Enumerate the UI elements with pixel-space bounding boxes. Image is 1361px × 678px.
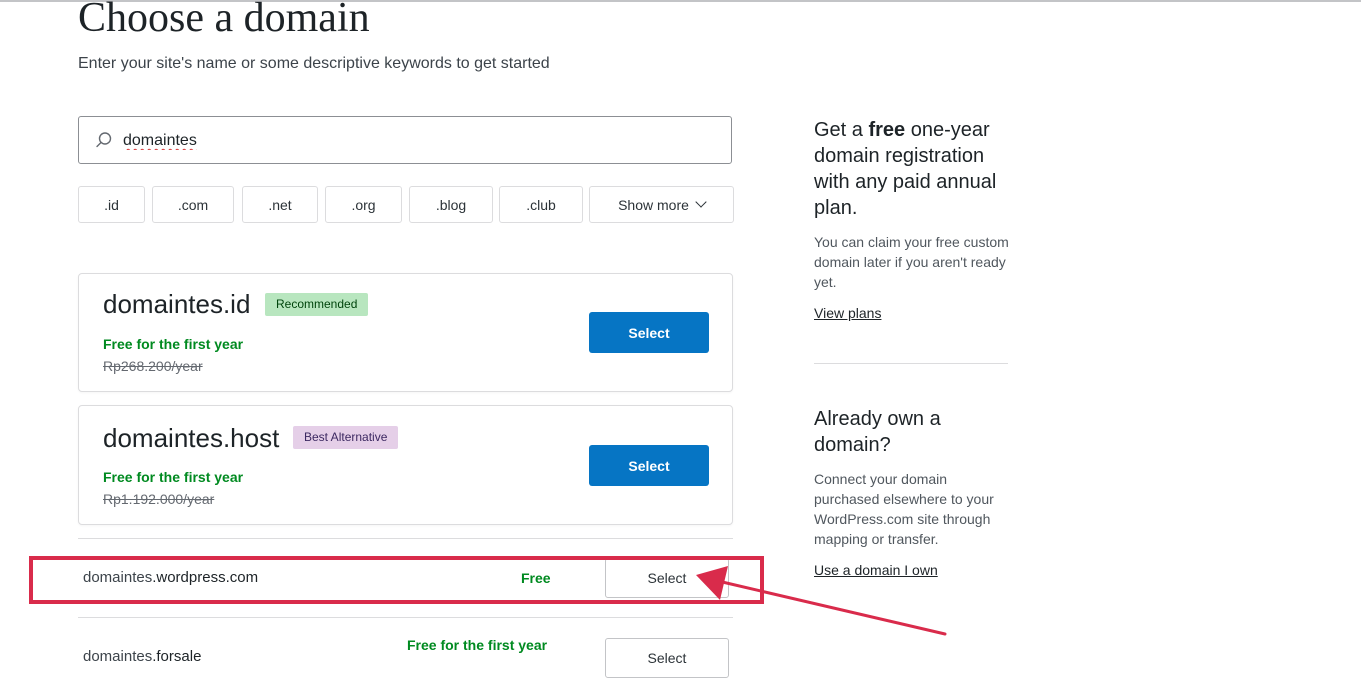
domain-result-price: Free [521, 570, 551, 586]
free-domain-heading: Get a free one-year domain registration … [814, 119, 997, 219]
domain-result-prefix: domaintes [83, 569, 153, 586]
best-alternative-badge: Best Alternative [293, 426, 399, 449]
domain-result-name: domaintes.forsale [83, 648, 201, 665]
show-more-button[interactable]: Show more [589, 186, 734, 223]
view-plans-link[interactable]: View plans [814, 305, 881, 321]
domain-result-prefix: domaintes [83, 648, 153, 665]
tld-filter-org[interactable]: .org [325, 186, 402, 223]
free-domain-text: You can claim your free custom domain la… [814, 234, 1009, 290]
featured-domain-name: domaintes.host [103, 423, 280, 453]
results-divider [78, 538, 733, 539]
tld-filter-com[interactable]: .com [152, 186, 234, 223]
own-domain-text: Connect your domain purchased elsewhere … [814, 471, 994, 547]
search-icon [96, 132, 112, 148]
show-more-label: Show more [618, 196, 689, 213]
chevron-down-icon [695, 196, 707, 208]
domain-search-input[interactable] [123, 129, 683, 153]
tld-filter-club[interactable]: .club [499, 186, 583, 223]
domain-search-box[interactable] [78, 116, 732, 164]
domain-result-price: Free for the first year [407, 637, 548, 653]
promo-text: Free for the first year [103, 469, 244, 485]
featured-domain-card-alternative: domaintes.host Best Alternative Free for… [78, 405, 733, 525]
domain-result-name: domaintes.wordpress.com [83, 569, 258, 586]
tld-filter-net[interactable]: .net [242, 186, 318, 223]
sidebar-divider [814, 363, 1008, 364]
tld-filter-id[interactable]: .id [78, 186, 145, 223]
domain-result-suffix: .forsale [152, 648, 202, 665]
select-button-forsale[interactable]: Select [605, 638, 729, 678]
recommended-badge: Recommended [265, 293, 369, 316]
page-subtitle: Enter your site's name or some descripti… [78, 55, 550, 72]
promo-text: Free for the first year [103, 336, 244, 352]
original-price: Rp268.200/year [103, 358, 203, 374]
use-own-domain-link[interactable]: Use a domain I own [814, 562, 938, 578]
tld-filter-blog[interactable]: .blog [409, 186, 493, 223]
featured-domain-card-recommended: domaintes.id Recommended Free for the fi… [78, 273, 733, 392]
featured-domain-name: domaintes.id [103, 289, 251, 319]
own-domain-heading: Already own a domain? [814, 408, 941, 456]
select-button-wordpress[interactable]: Select [605, 558, 729, 598]
select-button-recommended[interactable]: Select [589, 312, 709, 353]
select-button-alternative[interactable]: Select [589, 445, 709, 486]
domain-result-suffix: .wordpress.com [152, 569, 259, 586]
original-price: Rp1.192.000/year [103, 491, 215, 507]
page-title: Choose a domain [78, 0, 370, 41]
results-divider [78, 617, 733, 618]
